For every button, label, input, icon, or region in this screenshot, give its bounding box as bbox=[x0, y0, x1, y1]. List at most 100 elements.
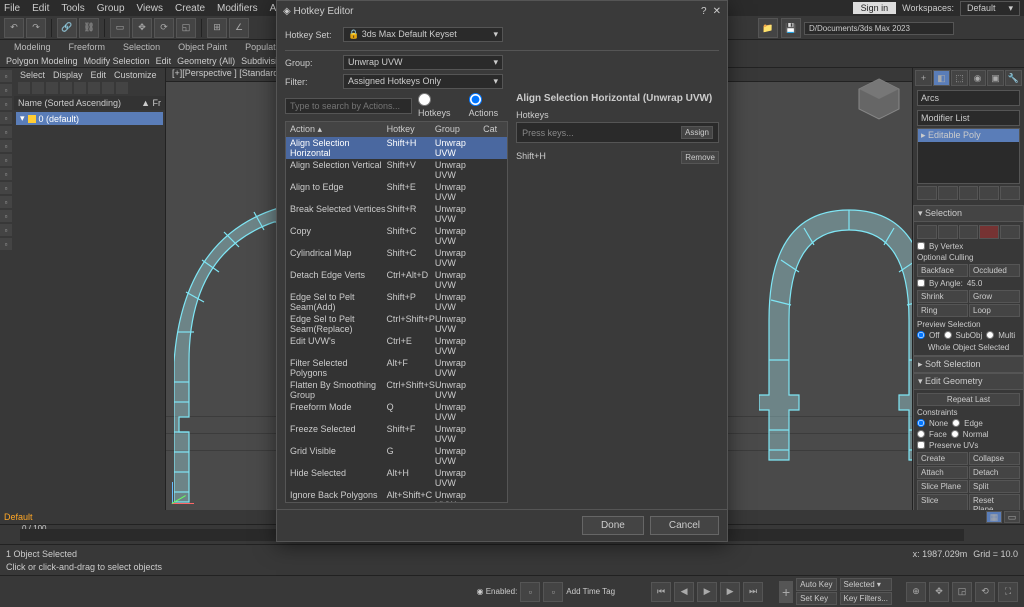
filter-icon[interactable] bbox=[46, 82, 58, 94]
create-tab-icon[interactable]: + bbox=[915, 70, 932, 86]
selection-rollout-header[interactable]: ▾ Selection bbox=[913, 205, 1024, 222]
close-icon[interactable]: ✕ bbox=[713, 6, 721, 17]
constraint-edge-radio[interactable] bbox=[952, 419, 960, 427]
filter-dropdown[interactable]: Assigned Hotkeys Only▾ bbox=[343, 74, 503, 89]
action-table[interactable]: Action ▴ Hotkey Group Cat Align Selectio… bbox=[285, 121, 508, 503]
workspace-dropdown[interactable]: Default▾ bbox=[960, 1, 1020, 16]
tool-icon[interactable]: ▫ bbox=[0, 154, 12, 166]
subobj-vertex-icon[interactable] bbox=[917, 225, 937, 239]
ribbon-panel[interactable]: Edit bbox=[156, 56, 172, 66]
help-icon[interactable]: ? bbox=[701, 6, 707, 17]
action-row[interactable]: Edge Sel to Pelt Seam(Add)Shift+PUnwrap … bbox=[286, 291, 507, 313]
col-hotkey[interactable]: Hotkey bbox=[387, 124, 435, 135]
display-tab-icon[interactable]: ▣ bbox=[987, 70, 1004, 86]
col-cat[interactable]: Cat bbox=[483, 124, 507, 135]
filter-icon[interactable] bbox=[88, 82, 100, 94]
play-icon[interactable]: ▶ bbox=[697, 582, 717, 602]
tool-icon[interactable]: ▫ bbox=[0, 196, 12, 208]
done-button[interactable]: Done bbox=[582, 516, 644, 535]
softsel-rollout-header[interactable]: ▸ Soft Selection bbox=[913, 356, 1024, 373]
project-path-field[interactable]: D/Documents/3ds Max 2023 bbox=[804, 22, 954, 35]
backface-button[interactable]: Backface bbox=[917, 264, 968, 277]
action-row[interactable]: Flatten By Smoothing GroupCtrl+Shift+SUn… bbox=[286, 379, 507, 401]
preview-subobj-radio[interactable] bbox=[944, 331, 952, 339]
preview-off-radio[interactable] bbox=[917, 331, 925, 339]
views-grid-icon[interactable]: ▦ bbox=[986, 511, 1002, 523]
goto-start-icon[interactable]: ⏮ bbox=[651, 582, 671, 602]
tool-icon[interactable]: ▫ bbox=[0, 224, 12, 236]
actions-radio[interactable]: Actions bbox=[469, 93, 509, 118]
action-row[interactable]: Hide SelectedAlt+HUnwrap UVW bbox=[286, 467, 507, 489]
action-row[interactable]: Freeform ModeQUnwrap UVW bbox=[286, 401, 507, 423]
action-row[interactable]: Cylindrical MapShift+CUnwrap UVW bbox=[286, 247, 507, 269]
script-btn-icon[interactable]: ▫ bbox=[520, 582, 540, 602]
scene-item[interactable]: ▾ 0 (default) bbox=[16, 112, 163, 125]
action-row[interactable]: Break Selected VerticesShift+RUnwrap UVW bbox=[286, 203, 507, 225]
ribbon-tab[interactable]: Object Paint bbox=[178, 42, 227, 52]
detach-button[interactable]: Detach bbox=[969, 466, 1020, 479]
hierarchy-tab-icon[interactable]: ⬚ bbox=[951, 70, 968, 86]
stack-btn-icon[interactable] bbox=[979, 186, 999, 200]
unlink-icon[interactable]: ⛓ bbox=[79, 18, 99, 38]
action-row[interactable]: Ignore Back PolygonsAlt+Shift+CUnwrap UV… bbox=[286, 489, 507, 503]
tool-icon[interactable]: ▫ bbox=[0, 98, 12, 110]
nav-icon[interactable]: ⊕ bbox=[906, 582, 926, 602]
scene-header[interactable]: Name (Sorted Ascending) ▲ Fr bbox=[14, 96, 165, 110]
stack-btn-icon[interactable] bbox=[959, 186, 979, 200]
editgeom-rollout-header[interactable]: ▾ Edit Geometry bbox=[913, 373, 1024, 390]
autokey-button[interactable]: Auto Key bbox=[796, 578, 836, 591]
group-dropdown[interactable]: Unwrap UVW▾ bbox=[343, 55, 503, 70]
stack-btn-icon[interactable] bbox=[938, 186, 958, 200]
snap-icon[interactable]: ⊞ bbox=[207, 18, 227, 38]
create-button[interactable]: Create bbox=[917, 452, 968, 465]
shrink-button[interactable]: Shrink bbox=[917, 290, 968, 303]
selected-dropdown[interactable]: Selected ▾ bbox=[840, 578, 892, 591]
table-header[interactable]: Action ▴ Hotkey Group Cat bbox=[286, 122, 507, 137]
repeat-last-button[interactable]: Repeat Last bbox=[917, 393, 1020, 406]
action-search-input[interactable] bbox=[285, 98, 412, 114]
utilities-tab-icon[interactable]: 🔧 bbox=[1005, 70, 1022, 86]
action-row[interactable]: Filter Selected PolygonsAlt+FUnwrap UVW bbox=[286, 357, 507, 379]
menu-file[interactable]: File bbox=[4, 3, 20, 14]
resetplane-button[interactable]: Reset Plane bbox=[969, 494, 1020, 510]
ribbon-panel[interactable]: Modify Selection bbox=[84, 56, 150, 66]
stack-btn-icon[interactable] bbox=[917, 186, 937, 200]
dialog-titlebar[interactable]: ◈ Hotkey Editor ? ✕ bbox=[277, 1, 727, 21]
move-icon[interactable]: ✥ bbox=[132, 18, 152, 38]
scale-icon[interactable]: ◱ bbox=[176, 18, 196, 38]
filter-icon[interactable] bbox=[102, 82, 114, 94]
tool-icon[interactable]: ▫ bbox=[0, 112, 12, 124]
occluded-button[interactable]: Occluded bbox=[969, 264, 1020, 277]
hotkeyset-dropdown[interactable]: 🔒 3ds Max Default Keyset▾ bbox=[343, 27, 503, 42]
tool-icon[interactable]: ▫ bbox=[0, 210, 12, 222]
folder-icon[interactable]: 📁 bbox=[758, 18, 778, 38]
action-row[interactable]: CopyShift+CUnwrap UVW bbox=[286, 225, 507, 247]
menu-create[interactable]: Create bbox=[175, 3, 205, 14]
save-icon[interactable]: 💾 bbox=[781, 18, 801, 38]
ribbon-panel[interactable]: Geometry (All) bbox=[177, 56, 235, 66]
subobj-edge-icon[interactable] bbox=[938, 225, 958, 239]
split-button[interactable]: Split bbox=[969, 480, 1020, 493]
action-row[interactable]: Edge Sel to Pelt Seam(Replace)Ctrl+Shift… bbox=[286, 313, 507, 335]
viewport-preset-label[interactable]: Default bbox=[4, 512, 33, 522]
remove-button[interactable]: Remove bbox=[681, 151, 719, 164]
constraint-normal-radio[interactable] bbox=[951, 430, 959, 438]
viewcube[interactable] bbox=[854, 74, 904, 124]
scene-tree[interactable]: ▾ 0 (default) bbox=[14, 110, 165, 510]
rotate-icon[interactable]: ⟳ bbox=[154, 18, 174, 38]
filter-icon[interactable] bbox=[116, 82, 128, 94]
addtimetag-button[interactable]: Add Time Tag bbox=[566, 587, 615, 596]
subobj-element-icon[interactable] bbox=[1000, 225, 1020, 239]
filter-icon[interactable] bbox=[74, 82, 86, 94]
object-name-field[interactable]: Arcs bbox=[917, 90, 1020, 106]
tool-icon[interactable]: ▫ bbox=[0, 126, 12, 138]
tool-icon[interactable]: ▫ bbox=[0, 140, 12, 152]
scene-tab[interactable]: Select bbox=[20, 70, 45, 80]
menu-views[interactable]: Views bbox=[137, 3, 164, 14]
preview-multi-radio[interactable] bbox=[986, 331, 994, 339]
subobj-border-icon[interactable] bbox=[959, 225, 979, 239]
next-frame-icon[interactable]: ▶ bbox=[720, 582, 740, 602]
press-keys-input[interactable]: Press keys... bbox=[522, 128, 574, 138]
ribbon-tab[interactable]: Freeform bbox=[69, 42, 106, 52]
preserve-uvs-checkbox[interactable] bbox=[917, 441, 925, 449]
